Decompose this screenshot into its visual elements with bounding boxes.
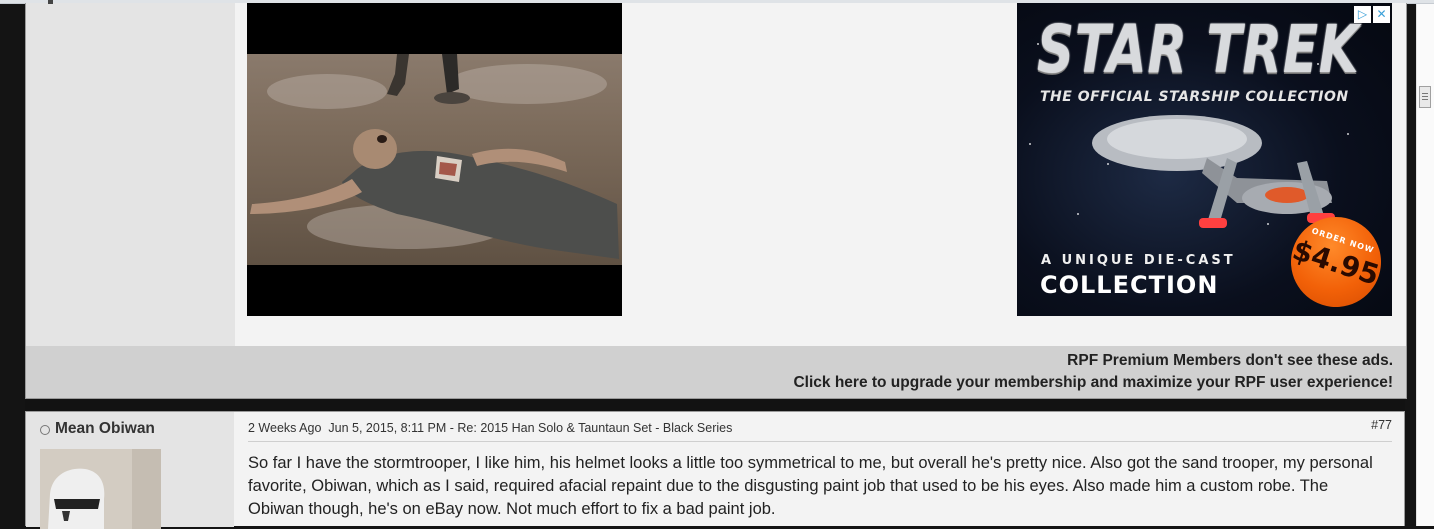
ad-collection: COLLECTION (1040, 271, 1219, 299)
post-time-ago: 2 Weeks Ago (248, 421, 322, 435)
mud-scene (247, 54, 622, 265)
scrollbar-thumb[interactable] (1419, 86, 1431, 108)
vertical-scrollbar[interactable] (1416, 4, 1434, 526)
star-trek-ad[interactable]: STAR TREK THE OFFICIAL STARSHIP COLLECTI… (1017, 3, 1392, 316)
adchoices-icon[interactable]: ▷ (1354, 6, 1371, 23)
user-sidebar (26, 0, 235, 346)
avatar[interactable] (40, 449, 161, 529)
post-datetime: Jun 5, 2015, 8:11 PM (328, 421, 447, 435)
offline-status-icon (40, 425, 50, 435)
post-body: So far I have the stormtrooper, I like h… (248, 454, 1373, 518)
post-number-link[interactable]: #77 (1371, 418, 1392, 432)
sidebar-bullet (48, 0, 53, 4)
ad-tagline: A UNIQUE DIE-CAST (1041, 253, 1236, 268)
ad-title: STAR TREK (1037, 11, 1360, 88)
stormtrooper-avatar-image (40, 449, 161, 529)
user-sidebar: Mean Obiwan (26, 412, 234, 529)
premium-notice-text: RPF Premium Members don't see these ads. (1067, 352, 1393, 369)
fallen-runner-figure (250, 54, 619, 259)
forum-post: Mean Obiwan 2 Weeks Ago Jun 5, 2015, 8:1… (25, 411, 1405, 529)
username-link[interactable]: Mean Obiwan (55, 420, 155, 438)
post-meta: 2 Weeks Ago Jun 5, 2015, 8:11 PM - Re: 2… (248, 421, 733, 435)
post-separator (25, 399, 1405, 411)
embedded-image[interactable] (247, 3, 622, 316)
ad-controls: ▷ ✕ (1354, 3, 1392, 23)
premium-ad-notice: RPF Premium Members don't see these ads.… (25, 346, 1407, 399)
thread-title-link[interactable]: Re: 2015 Han Solo & Tauntaun Set - Black… (457, 421, 732, 435)
upgrade-membership-link[interactable]: Click here to upgrade your membership an… (793, 374, 1393, 392)
close-icon[interactable]: ✕ (1373, 6, 1390, 23)
post-header-divider (248, 441, 1392, 442)
